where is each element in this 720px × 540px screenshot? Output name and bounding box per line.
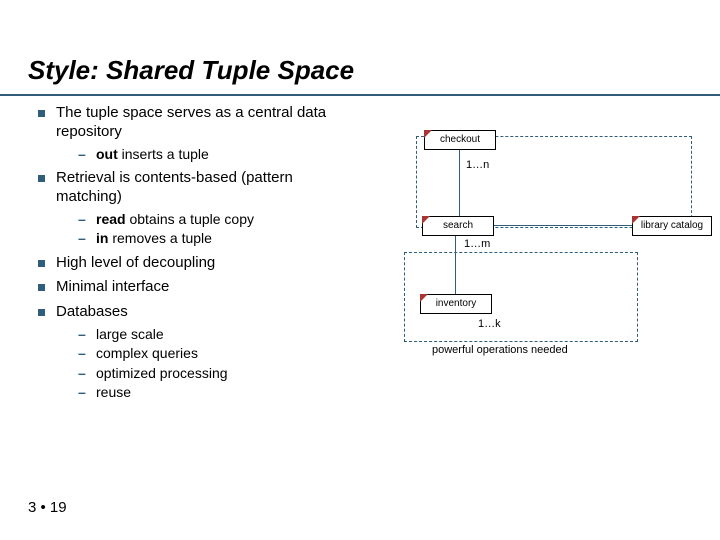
node-library-catalog: library catalog	[632, 216, 712, 236]
sub-text: inserts a tuple	[118, 146, 209, 162]
sub-item: complex queries	[56, 345, 360, 363]
sub-item: read obtains a tuple copy	[56, 211, 360, 229]
node-inventory: inventory	[420, 294, 492, 314]
fold-corner-icon	[632, 216, 640, 224]
slide-title: Style: Shared Tuple Space	[28, 55, 692, 90]
bullet-item: Databases large scale complex queries op…	[34, 303, 360, 402]
connector-line	[455, 236, 456, 294]
node-label: inventory	[436, 298, 477, 309]
bullet-item: High level of decoupling	[34, 254, 360, 273]
node-label: search	[443, 220, 473, 231]
node-checkout: checkout	[424, 130, 496, 150]
sub-item: large scale	[56, 326, 360, 344]
title-divider	[0, 94, 720, 96]
sub-text: obtains a tuple copy	[126, 211, 254, 227]
multiplicity-label: 1…k	[478, 318, 501, 330]
bullet-text: Retrieval is contents-based (pattern mat…	[56, 169, 293, 205]
diagram-note: powerful operations needed	[432, 344, 568, 356]
keyword: read	[96, 211, 126, 227]
bullet-item: The tuple space serves as a central data…	[34, 104, 360, 163]
sub-item: in removes a tuple	[56, 230, 360, 248]
bullet-item: Retrieval is contents-based (pattern mat…	[34, 169, 360, 248]
node-label: checkout	[440, 134, 480, 145]
diagram: checkout search library catalog inventor…	[360, 104, 692, 434]
fold-corner-icon	[424, 130, 432, 138]
sub-item: out inserts a tuple	[56, 146, 360, 164]
multiplicity-label: 1…m	[464, 238, 490, 250]
sub-item: reuse	[56, 384, 360, 402]
node-label: library catalog	[641, 220, 703, 231]
sub-item: optimized processing	[56, 365, 360, 383]
sub-text: removes a tuple	[108, 230, 212, 246]
connector-line	[459, 150, 460, 216]
fold-corner-icon	[420, 294, 428, 302]
keyword: in	[96, 230, 108, 246]
bullet-item: Minimal interface	[34, 278, 360, 297]
bullet-column: The tuple space serves as a central data…	[28, 104, 360, 434]
bullet-text: Databases	[56, 303, 128, 320]
fold-corner-icon	[422, 216, 430, 224]
connector-line	[494, 225, 632, 226]
multiplicity-label: 1…n	[466, 159, 489, 171]
slide-number: 3 • 19	[28, 499, 67, 516]
keyword: out	[96, 146, 118, 162]
node-search: search	[422, 216, 494, 236]
bullet-text: The tuple space serves as a central data…	[56, 104, 326, 140]
